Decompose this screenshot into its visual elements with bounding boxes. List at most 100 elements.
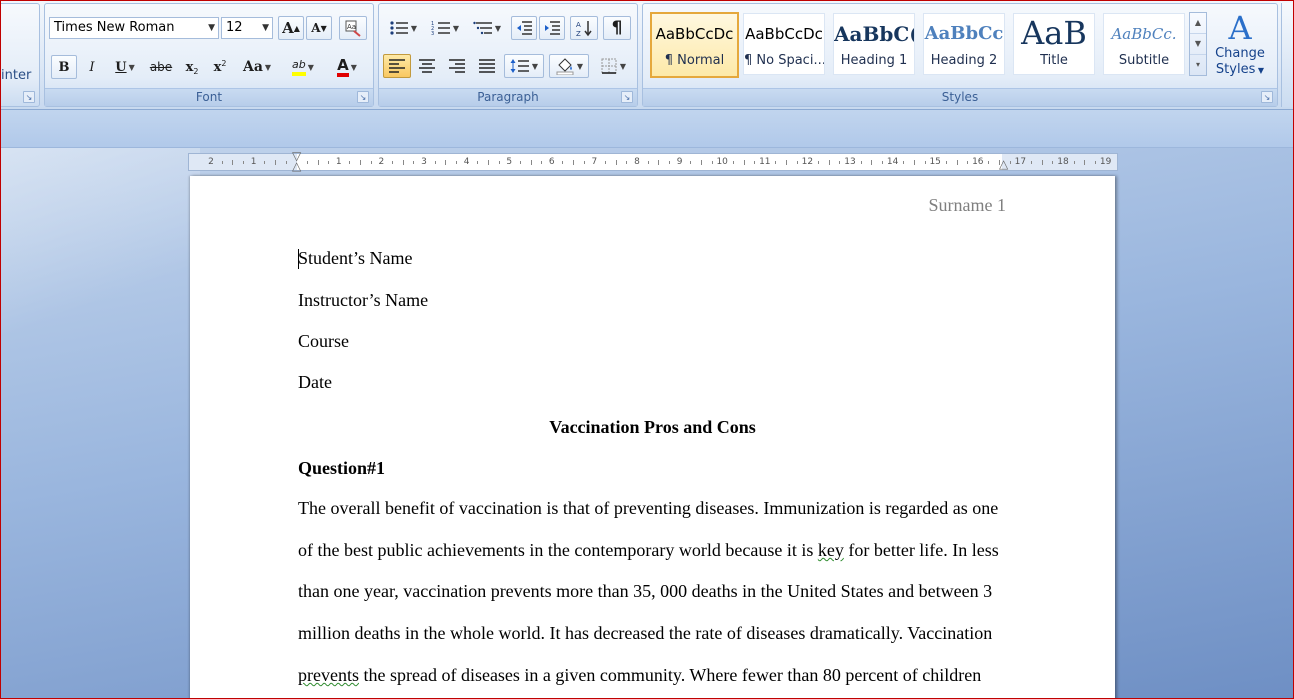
document-page[interactable]: Surname 1 Student’s Name Instructor’s Na… [190, 176, 1115, 699]
paragraph-group: ▼ 1 2 3 ▼ ▼ AZ ¶ ▼ ▼ ▼ Paragraph ↘ [378, 3, 638, 107]
sort-button[interactable]: AZ [570, 16, 598, 40]
chevron-down-icon[interactable]: ▼ [308, 63, 314, 72]
styles-gallery-scrollbar[interactable]: ▲ ▼ ▾ [1189, 12, 1207, 76]
student-name-line[interactable]: Student’s Name [298, 248, 413, 269]
increase-indent-button[interactable] [539, 16, 565, 40]
align-left-button[interactable] [383, 54, 411, 78]
grow-font-button[interactable]: A ▲ [278, 16, 304, 40]
ruler-tick [498, 161, 500, 164]
body-line-4[interactable]: million deaths in the whole world. It ha… [298, 623, 992, 644]
style-normal[interactable]: AaBbCcDc ¶ Normal [650, 12, 739, 78]
ruler-tick [775, 161, 777, 164]
ruler-number: 7 [591, 157, 598, 167]
style-title[interactable]: AaB Title [1013, 13, 1095, 75]
ruler-number: 18 [1057, 157, 1069, 167]
grammar-flag-prevents[interactable]: prevents [298, 665, 359, 685]
ruler-tick [647, 161, 649, 164]
editing-group-edge [1281, 3, 1294, 107]
shrink-font-button[interactable]: A ▼ [306, 16, 332, 40]
style-heading-1[interactable]: AaBbC( Heading 1 [833, 13, 915, 75]
font-color-button[interactable]: A ▼ [327, 55, 367, 79]
instructor-name-line[interactable]: Instructor’s Name [298, 290, 428, 311]
font-size-combo[interactable]: 12 ▼ [221, 17, 273, 39]
chevron-down-icon[interactable]: ▼ [208, 18, 215, 38]
hanging-indent-marker-icon[interactable]: △ [292, 160, 301, 172]
font-color-icon: A [337, 57, 349, 77]
ruler-tick [668, 161, 670, 164]
font-name-combo[interactable]: Times New Roman ▼ [49, 17, 219, 39]
ruler-number: 14 [886, 157, 899, 167]
date-line[interactable]: Date [298, 372, 332, 393]
chevron-down-icon[interactable]: ▼ [351, 63, 357, 72]
document-title[interactable]: Vaccination Pros and Cons [190, 417, 1115, 438]
change-case-button[interactable]: Aa ▼ [237, 55, 277, 79]
chevron-down-icon[interactable]: ▼ [532, 62, 538, 71]
right-indent-marker-icon[interactable]: △ [999, 158, 1008, 170]
paragraph-mark-icon: ¶ [611, 18, 623, 38]
borders-button[interactable]: ▼ [593, 54, 633, 78]
chevron-up-icon[interactable]: ▲ [1190, 13, 1206, 34]
chevron-down-icon[interactable]: ▼ [262, 18, 269, 38]
horizontal-ruler[interactable]: 2 1 1 2 3 4 5 6 7 8 9 10 11 12 13 14 15 16 17 18 19 ▽ △ △ [188, 150, 1118, 172]
format-painter-label[interactable]: inter [1, 68, 31, 83]
body-line-5[interactable]: prevents the spread of diseases in a giv… [298, 665, 981, 686]
superscript-button[interactable]: x2 [207, 55, 233, 79]
styles-dialog-launcher-icon[interactable]: ↘ [1261, 91, 1273, 103]
align-center-button[interactable] [413, 54, 441, 78]
style-heading-2-sample: AaBbCc [924, 23, 1004, 44]
font-dialog-launcher-icon[interactable]: ↘ [357, 91, 369, 103]
align-right-button[interactable] [443, 54, 471, 78]
more-styles-icon[interactable]: ▾ [1190, 55, 1206, 76]
show-formatting-marks-button[interactable]: ¶ [603, 16, 631, 40]
body-line-1[interactable]: The overall benefit of vaccination is th… [298, 498, 998, 519]
paragraph-dialog-launcher-icon[interactable]: ↘ [621, 91, 633, 103]
style-subtitle-sample: AaBbCc. [1111, 25, 1177, 43]
italic-button[interactable]: I [79, 55, 105, 79]
chevron-down-icon[interactable]: ▼ [129, 63, 135, 72]
numbering-button[interactable]: 1 2 3 ▼ [425, 16, 465, 40]
chevron-down-icon[interactable]: ▼ [265, 63, 271, 72]
highlight-button[interactable]: ab ▼ [283, 55, 323, 79]
chevron-down-icon[interactable]: ▼ [620, 62, 626, 71]
clipboard-dialog-launcher-icon[interactable]: ↘ [23, 91, 35, 103]
bullets-button[interactable]: ▼ [383, 16, 423, 40]
body-line-3[interactable]: than one year, vaccination prevents more… [298, 581, 992, 602]
chevron-down-icon[interactable]: ▼ [577, 62, 583, 71]
ruler-tick [1094, 161, 1096, 164]
ruler-tick [796, 161, 798, 164]
body-line-2[interactable]: of the best public achievements in the c… [298, 540, 999, 561]
style-heading-2[interactable]: AaBbCc Heading 2 [923, 13, 1005, 75]
align-right-icon [449, 59, 465, 73]
style-subtitle[interactable]: AaBbCc. Subtitle [1103, 13, 1185, 75]
align-center-icon [419, 59, 435, 73]
bold-button[interactable]: B [51, 55, 77, 79]
align-left-icon [389, 59, 405, 73]
justify-button[interactable] [473, 54, 501, 78]
style-no-spacing[interactable]: AaBbCcDc ¶ No Spaci... [743, 13, 825, 75]
shading-button[interactable]: ▼ [549, 54, 589, 78]
underline-button[interactable]: U ▼ [107, 55, 143, 79]
style-normal-name: ¶ Normal [664, 53, 725, 68]
style-no-spacing-sample: AaBbCcDc [745, 25, 823, 43]
change-styles-button[interactable]: A Change Styles ▼ [1213, 10, 1267, 79]
chevron-down-icon[interactable]: ▼ [1190, 34, 1206, 55]
multilevel-list-button[interactable]: ▼ [467, 16, 507, 40]
increase-indent-icon [545, 21, 560, 35]
strikethrough-button[interactable]: abe [145, 55, 177, 79]
course-line[interactable]: Course [298, 331, 349, 352]
ruler-tick [477, 161, 479, 164]
clear-formatting-button[interactable]: Aa [339, 16, 367, 40]
decrease-indent-button[interactable] [511, 16, 537, 40]
chevron-down-icon[interactable]: ▼ [453, 24, 459, 33]
question-heading[interactable]: Question#1 [298, 458, 385, 479]
ruler-tick [455, 161, 457, 164]
style-no-spacing-name: ¶ No Spaci... [744, 53, 824, 68]
chevron-down-icon[interactable]: ▼ [411, 24, 417, 33]
chevron-down-icon[interactable]: ▼ [495, 24, 501, 33]
ruler-tick [818, 161, 820, 164]
ribbon: inter ↘ Times New Roman ▼ 12 ▼ A ▲ A ▼ Aa … [0, 0, 1294, 110]
ruler-tick [1073, 161, 1075, 164]
grammar-flag-key[interactable]: key [818, 540, 844, 560]
subscript-button[interactable]: x2 [179, 55, 205, 79]
line-spacing-button[interactable]: ▼ [504, 54, 544, 78]
